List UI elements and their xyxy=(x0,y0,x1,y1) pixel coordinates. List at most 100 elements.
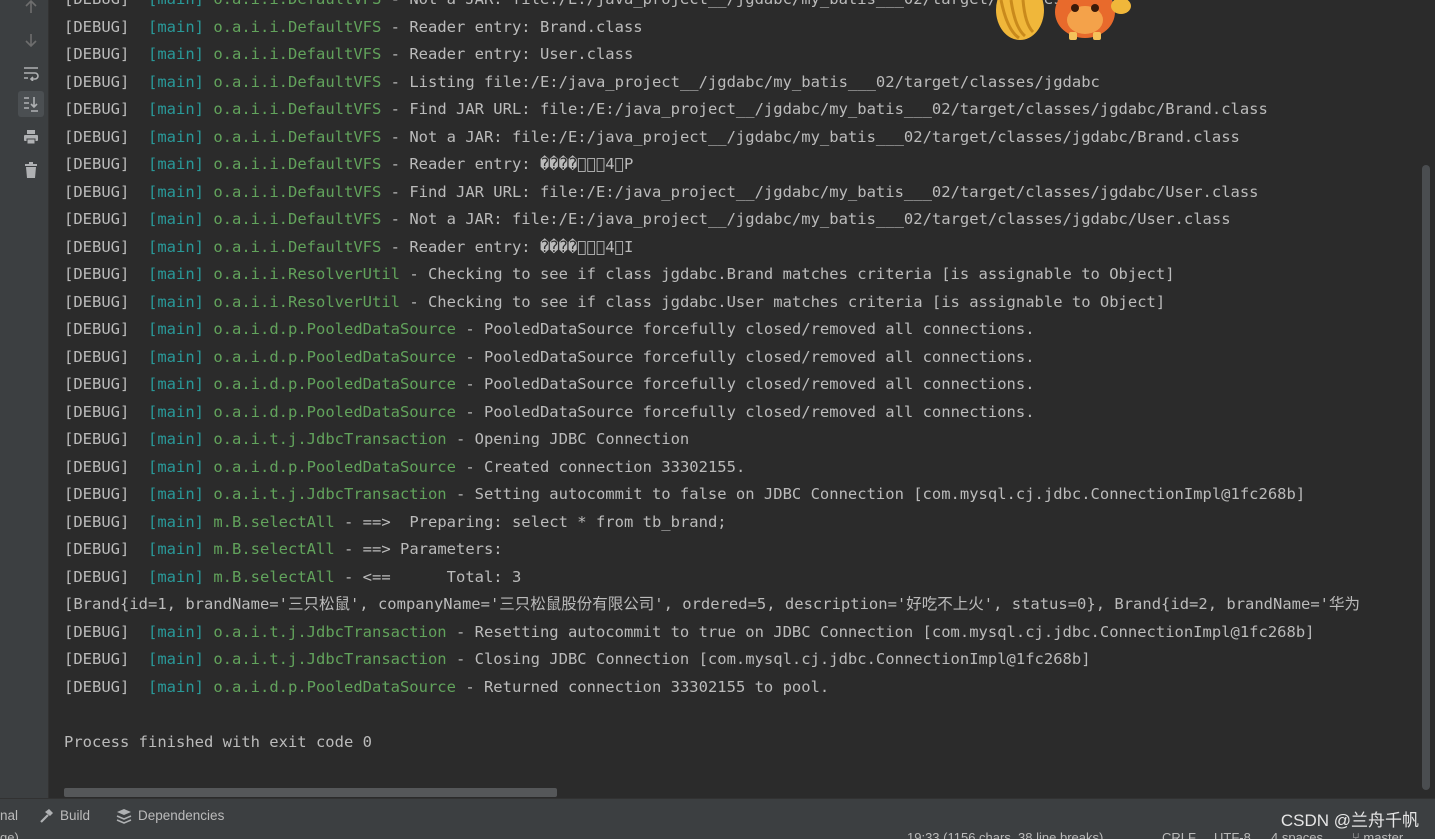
console-line: [DEBUG] [main] o.a.i.i.ResolverUtil - Ch… xyxy=(64,290,1165,314)
git-branch-icon: ⑂ xyxy=(1352,831,1364,839)
console-output[interactable]: [DEBUG] [main] o.a.i.i.DefaultVFS - Not … xyxy=(50,0,1422,798)
dependencies-icon xyxy=(116,808,132,824)
log-thread: [main] xyxy=(148,292,204,311)
log-logger: o.a.i.d.p.PooledDataSource xyxy=(213,375,456,393)
log-level: [DEBUG] xyxy=(64,292,130,311)
console-line: [DEBUG] [main] o.a.i.i.DefaultVFS - Read… xyxy=(64,235,633,259)
log-level: [DEBUG] xyxy=(64,265,130,283)
log-level: [DEBUG] xyxy=(64,155,130,173)
log-thread: [main] xyxy=(148,182,204,201)
log-level: [DEBUG] xyxy=(64,375,130,393)
log-thread: [main] xyxy=(148,347,204,366)
log-message: - <== Total: 3 xyxy=(334,567,522,586)
log-message: - Find JAR URL: file:/E:/java_project__/… xyxy=(381,182,1259,201)
horizontal-scrollbar[interactable] xyxy=(64,788,557,797)
log-message: - ==> Preparing: select * from tb_brand; xyxy=(334,512,727,531)
log-message: - PooledDataSource forcefully closed/rem… xyxy=(455,347,1035,366)
vertical-scrollbar[interactable] xyxy=(1422,165,1430,790)
log-logger: o.a.i.t.j.JdbcTransaction xyxy=(213,430,447,448)
tab-dependencies[interactable]: Dependencies xyxy=(116,799,224,832)
log-logger: o.a.i.i.ResolverUtil xyxy=(213,265,400,283)
log-logger: o.a.i.t.j.JdbcTransaction xyxy=(213,650,447,668)
log-logger: o.a.i.i.DefaultVFS xyxy=(213,155,382,173)
log-level: [DEBUG] xyxy=(64,430,130,448)
console-line: [DEBUG] [main] o.a.i.i.DefaultVFS - Read… xyxy=(64,152,633,176)
tab-build-label: Build xyxy=(60,808,91,823)
console-line: [DEBUG] [main] o.a.i.i.ResolverUtil - Ch… xyxy=(64,262,1175,286)
log-thread: [main] xyxy=(148,0,204,8)
log-message: - Created connection 33302155. xyxy=(455,457,746,476)
tab-terminal-label: nal xyxy=(0,808,19,823)
log-thread: [main] xyxy=(148,650,204,668)
log-message: - Resetting autocommit to true on JDBC C… xyxy=(446,622,1315,641)
log-logger: o.a.i.d.p.PooledDataSource xyxy=(213,457,456,476)
log-message: - ==> Parameters: xyxy=(334,540,512,558)
console-line: [DEBUG] [main] m.B.selectAll - ==> Prepa… xyxy=(64,510,727,534)
log-logger: o.a.i.i.DefaultVFS xyxy=(213,45,382,63)
log-message: - Not a JAR: file:/E:/java_project__/jgd… xyxy=(381,210,1231,228)
tab-terminal[interactable]: nal xyxy=(0,799,18,832)
console-line: [DEBUG] [main] o.a.i.i.DefaultVFS - Not … xyxy=(64,207,1231,231)
mascot-icon xyxy=(996,0,1131,40)
log-level: [DEBUG] xyxy=(64,650,130,668)
file-encoding[interactable]: UTF-8 xyxy=(1214,831,1251,839)
cursor-position[interactable]: 19:33 (1156 chars, 38 line breaks) xyxy=(907,831,1103,839)
log-thread: [main] xyxy=(148,72,204,91)
tab-dependencies-label: Dependencies xyxy=(138,808,225,823)
log-level: [DEBUG] xyxy=(64,402,130,421)
log-logger: o.a.i.d.p.PooledDataSource xyxy=(213,320,456,338)
log-message: - Reader entry: ����   4 P xyxy=(381,155,634,173)
log-logger: o.a.i.i.DefaultVFS xyxy=(213,100,382,118)
log-thread: [main] xyxy=(148,677,204,696)
log-logger: o.a.i.i.DefaultVFS xyxy=(213,182,382,201)
git-branch[interactable]: ⑂ master xyxy=(1352,831,1403,839)
log-message: - Listing file:/E:/java_project__/jgdabc… xyxy=(381,72,1100,91)
console-line: [DEBUG] [main] o.a.i.t.j.JdbcTransaction… xyxy=(64,647,1091,671)
tab-build[interactable]: Build xyxy=(38,799,90,832)
soft-wrap-icon[interactable] xyxy=(18,60,44,86)
scroll-to-end-icon[interactable] xyxy=(18,91,44,117)
console-line-text: [Brand{id=1, brandName='三只松鼠', companyNa… xyxy=(64,595,1361,613)
console-line: [DEBUG] [main] o.a.i.d.p.PooledDataSourc… xyxy=(64,372,1035,396)
log-logger: o.a.i.i.DefaultVFS xyxy=(213,0,381,8)
log-logger: o.a.i.i.DefaultVFS xyxy=(213,210,382,228)
log-level: [DEBUG] xyxy=(64,540,130,558)
log-level: [DEBUG] xyxy=(64,320,130,338)
log-logger: o.a.i.t.j.JdbcTransaction xyxy=(213,622,447,641)
log-thread: [main] xyxy=(148,567,204,586)
log-level: [DEBUG] xyxy=(64,457,130,476)
log-logger: o.a.i.d.p.PooledDataSource xyxy=(213,347,456,366)
log-level: [DEBUG] xyxy=(64,45,130,63)
console-line: [DEBUG] [main] o.a.i.t.j.JdbcTransaction… xyxy=(64,620,1315,644)
log-level: [DEBUG] xyxy=(64,210,130,228)
log-logger: o.a.i.i.DefaultVFS xyxy=(213,72,382,91)
log-message: - Checking to see if class jgdabc.Brand … xyxy=(399,265,1175,283)
indent-setting[interactable]: 4 spaces xyxy=(1271,831,1323,839)
log-thread: [main] xyxy=(148,237,204,256)
status-bar: ge) 19:33 (1156 chars, 38 line breaks) C… xyxy=(0,831,1435,839)
log-level: [DEBUG] xyxy=(64,512,130,531)
log-thread: [main] xyxy=(148,375,204,393)
log-logger: o.a.i.i.DefaultVFS xyxy=(213,17,382,36)
status-left-text: ge) xyxy=(0,831,19,839)
print-icon[interactable] xyxy=(18,124,44,150)
console-line-text: Process finished with exit code 0 xyxy=(64,732,372,751)
log-level: [DEBUG] xyxy=(64,485,130,503)
console-line: [DEBUG] [main] o.a.i.i.DefaultVFS - Read… xyxy=(64,15,643,39)
log-logger: o.a.i.i.DefaultVFS xyxy=(213,237,382,256)
log-message: - Find JAR URL: file:/E:/java_project__/… xyxy=(381,100,1268,118)
log-thread: [main] xyxy=(148,17,204,36)
line-separator[interactable]: CRLF xyxy=(1162,831,1196,839)
console-line: [DEBUG] [main] o.a.i.d.p.PooledDataSourc… xyxy=(64,455,745,479)
console-toolbar xyxy=(0,0,49,798)
console-line: [DEBUG] [main] o.a.i.i.DefaultVFS - Not … xyxy=(64,0,1128,11)
log-message: - PooledDataSource forcefully closed/rem… xyxy=(455,375,1035,393)
up-arrow-icon[interactable] xyxy=(18,0,44,20)
down-arrow-icon[interactable] xyxy=(18,27,44,53)
trash-icon[interactable] xyxy=(18,157,44,183)
log-thread: [main] xyxy=(148,457,204,476)
log-logger: m.B.selectAll xyxy=(213,512,335,531)
log-level: [DEBUG] xyxy=(64,622,130,641)
log-level: [DEBUG] xyxy=(64,0,129,8)
console-line: [DEBUG] [main] o.a.i.i.DefaultVFS - Find… xyxy=(64,180,1259,204)
